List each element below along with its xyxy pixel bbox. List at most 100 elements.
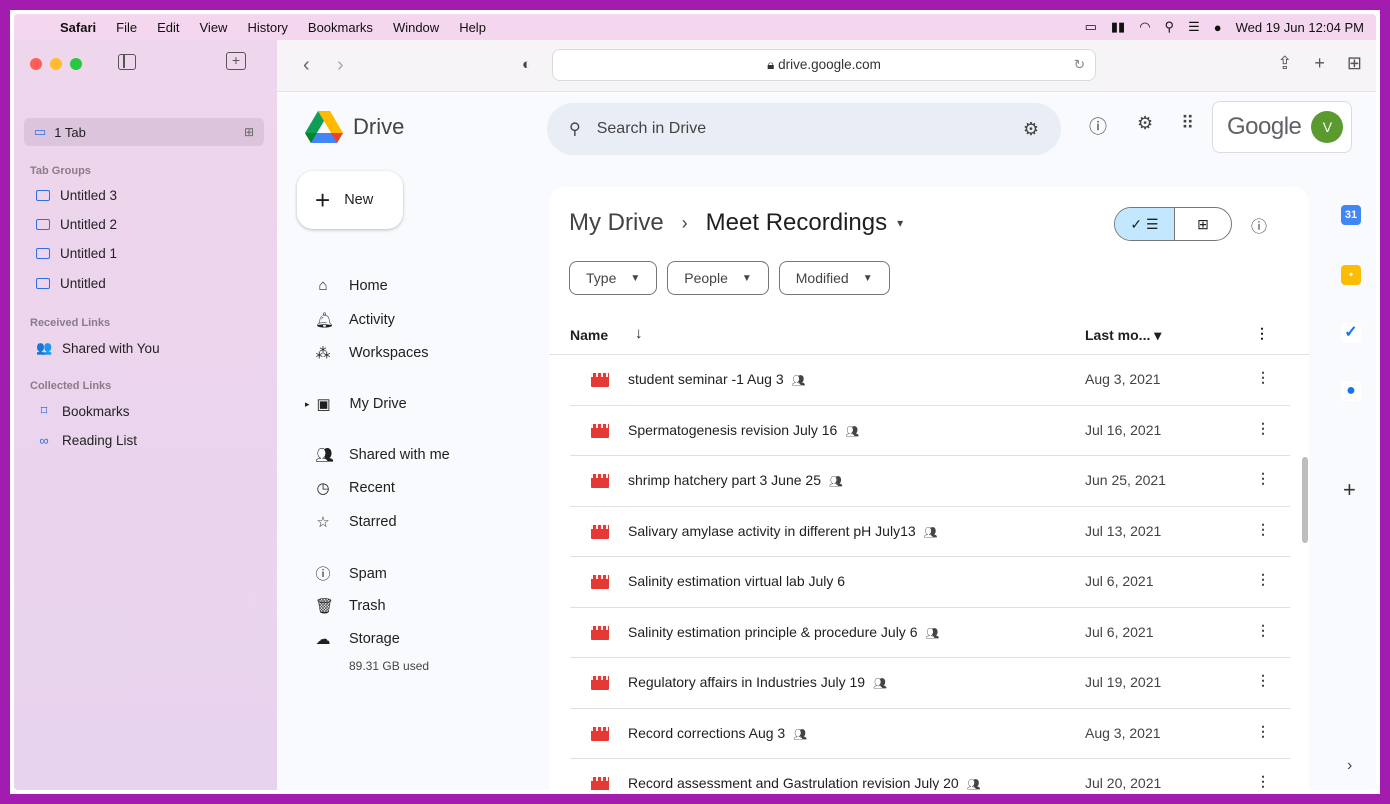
expand-arrow-icon[interactable]: ▸ <box>305 399 310 410</box>
more-actions-icon[interactable]: ⋮ <box>1256 672 1270 689</box>
more-actions-icon[interactable]: ⋮ <box>1256 369 1270 386</box>
nav-starred[interactable]: ☆ Starred <box>315 513 396 531</box>
nav-recent[interactable]: ◷ Recent <box>315 479 395 497</box>
list-view-button[interactable]: ✓ ☰ <box>1115 208 1175 240</box>
address-bar[interactable]: 🔒︎ drive.google.com ↻ <box>552 49 1096 81</box>
nav-workspaces[interactable]: ⁂ Workspaces <box>315 344 429 362</box>
table-row[interactable]: Regulatory affairs in Industries July 19… <box>570 658 1290 709</box>
more-actions-icon[interactable]: ⋮ <box>1256 470 1270 487</box>
bookmarks-item[interactable]: ⌑ Bookmarks <box>36 403 130 419</box>
menu-edit[interactable]: Edit <box>147 20 189 35</box>
shared-with-you-item[interactable]: 👥 Shared with You <box>36 340 160 356</box>
table-row[interactable]: Spermatogenesis revision July 16 👥︎ Jul 16… <box>570 406 1290 456</box>
keep-icon[interactable]: • <box>1341 265 1361 285</box>
tab-group-item[interactable]: Untitled <box>36 276 106 291</box>
settings-icon[interactable]: ⚙ <box>1137 113 1153 134</box>
minimize-window-icon[interactable] <box>50 58 62 70</box>
nav-my-drive[interactable]: ▸ ▣ My Drive <box>305 395 407 413</box>
account-box[interactable]: Google V <box>1212 101 1352 153</box>
table-row[interactable]: Salivary amylase activity in different p… <box>570 507 1290 557</box>
col-name[interactable]: Name <box>570 327 608 343</box>
more-actions-icon[interactable]: ⋮ <box>1256 723 1270 740</box>
nav-shared-with-me[interactable]: 👥︎ Shared with me <box>315 446 450 464</box>
sort-arrow-icon[interactable]: ↓ <box>635 325 643 342</box>
breadcrumb-root[interactable]: My Drive <box>569 209 664 237</box>
col-last-modified[interactable]: Last mo... ▾ <box>1085 327 1161 344</box>
apps-grid-icon[interactable]: ⠿ <box>1181 113 1194 134</box>
scrollbar[interactable] <box>1302 457 1308 543</box>
display-icon[interactable]: ▭ <box>1085 19 1097 35</box>
more-actions-icon[interactable]: ⋮ <box>1256 571 1270 588</box>
wifi-icon[interactable]: ◠ <box>1139 19 1150 35</box>
battery-icon[interactable]: ▮▮ <box>1111 19 1125 35</box>
grid-view-button[interactable]: ⊞ <box>1175 208 1231 240</box>
new-tab-icon[interactable]: + <box>1314 53 1325 74</box>
forward-icon[interactable]: › <box>337 54 344 77</box>
table-row[interactable]: student seminar -1 Aug 3 👥︎ Aug 3, 2021 ⋮ <box>570 355 1290 406</box>
nav-trash[interactable]: 🗑︎ Trash <box>315 597 386 615</box>
table-row[interactable]: shrimp hatchery part 3 June 25 👥︎ Jun 25, … <box>570 456 1290 507</box>
menu-window[interactable]: Window <box>383 20 449 35</box>
control-center-icon[interactable]: ☰ <box>1188 19 1200 35</box>
people-icon: 👥︎ <box>315 447 335 464</box>
spotlight-icon[interactable]: ⚲ <box>1165 19 1175 35</box>
column-header: Name ↓ Last mo... ▾ ⋮ <box>549 317 1309 355</box>
add-addon-icon[interactable]: + <box>1343 477 1356 503</box>
zoom-window-icon[interactable] <box>70 58 82 70</box>
avatar[interactable]: V <box>1311 111 1344 143</box>
more-actions-icon[interactable]: ⋮ <box>1256 622 1270 639</box>
drive-logo[interactable]: Drive <box>305 111 404 143</box>
tab-group-item[interactable]: Untitled 2 <box>36 217 117 232</box>
breadcrumb-current[interactable]: Meet Recordings <box>706 209 887 237</box>
sidebar-toggle-icon[interactable] <box>118 54 136 70</box>
table-row[interactable]: Record corrections Aug 3 👥︎ Aug 3, 2021 ⋮ <box>570 709 1290 759</box>
table-row[interactable]: Salinity estimation virtual lab July 6 Ju… <box>570 557 1290 608</box>
privacy-shield-icon[interactable]: ◐ <box>522 56 531 73</box>
column-options-icon[interactable]: ⋮ <box>1255 325 1269 342</box>
menu-help[interactable]: Help <box>449 20 496 35</box>
collapse-panel-icon[interactable]: › <box>1347 757 1352 775</box>
table-row[interactable]: Salinity estimation principle & procedur… <box>570 608 1290 658</box>
clock[interactable]: Wed 19 Jun 12:04 PM <box>1236 20 1364 35</box>
tab-count-row[interactable]: ▭ 1 Tab ⊞ <box>24 118 264 146</box>
new-tab-group-icon[interactable]: + <box>226 52 246 70</box>
menu-file[interactable]: File <box>106 20 147 35</box>
share-icon[interactable]: ⇪ <box>1277 53 1292 74</box>
siri-icon[interactable]: ● <box>1214 20 1222 35</box>
menu-view[interactable]: View <box>190 20 238 35</box>
menu-history[interactable]: History <box>237 20 297 35</box>
reading-list-item[interactable]: ∞ Reading List <box>36 433 137 448</box>
search-options-icon[interactable]: ⚙︎ <box>1023 119 1039 140</box>
video-file-icon <box>591 676 609 690</box>
calendar-icon[interactable]: 31 <box>1341 205 1361 225</box>
close-window-icon[interactable] <box>30 58 42 70</box>
more-actions-icon[interactable]: ⋮ <box>1256 420 1270 437</box>
nav-home[interactable]: ⌂ Home <box>315 277 387 294</box>
menu-bookmarks[interactable]: Bookmarks <box>298 20 383 35</box>
table-row[interactable]: Record assessment and Gastrulation revis… <box>570 759 1290 790</box>
nav-activity[interactable]: 🔔︎ Activity <box>315 311 395 329</box>
filter-type[interactable]: Type ▼ <box>569 261 658 295</box>
new-button[interactable]: + New <box>297 171 403 229</box>
help-icon[interactable]: ⓘ <box>1089 113 1107 139</box>
tab-group-item[interactable]: Untitled 3 <box>36 188 117 203</box>
contacts-icon[interactable]: ● <box>1341 381 1361 401</box>
back-icon[interactable]: ‹ <box>303 54 310 77</box>
screenshot-frame: Safari File Edit View History Bookmarks … <box>10 10 1380 794</box>
menu-safari[interactable]: Safari <box>50 20 106 35</box>
filter-modified[interactable]: Modified ▼ <box>778 261 890 295</box>
tasks-icon[interactable]: ✓ <box>1341 323 1361 343</box>
folder-menu-icon[interactable]: ▾ <box>897 216 903 230</box>
info-icon[interactable]: ⓘ <box>1251 213 1267 237</box>
nav-storage[interactable]: ☁︎ Storage <box>315 630 400 648</box>
filter-people[interactable]: People ▼ <box>667 261 769 295</box>
search-input[interactable]: ⚲ Search in Drive ⚙︎ <box>547 103 1061 155</box>
reload-icon[interactable]: ↻ <box>1074 50 1085 80</box>
tab-overview-icon[interactable]: ⊞ <box>244 125 254 139</box>
nav-spam[interactable]: ⓘ Spam <box>315 563 386 584</box>
tab-group-item[interactable]: Untitled 1 <box>36 246 117 261</box>
bookmark-icon: ⌑ <box>40 403 48 418</box>
more-actions-icon[interactable]: ⋮ <box>1256 773 1270 790</box>
more-actions-icon[interactable]: ⋮ <box>1256 521 1270 538</box>
tab-overview-icon[interactable]: ⊞ <box>1347 53 1362 74</box>
